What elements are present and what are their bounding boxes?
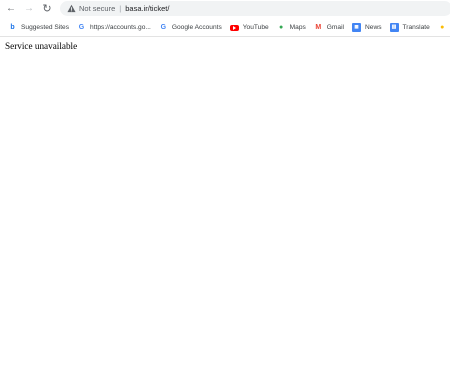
reload-button[interactable]: ↻ bbox=[40, 2, 54, 16]
address-bar[interactable]: Not secure | basa.ir/ticket/ bbox=[60, 1, 450, 16]
gmail-icon: M bbox=[315, 24, 322, 31]
omnibox-separator: | bbox=[119, 4, 122, 13]
bookmark-label: Translate bbox=[402, 24, 430, 31]
bookmarks-bar: b Suggested Sites G https://accounts.go.… bbox=[0, 19, 450, 37]
bookmark-overflow[interactable]: ● bbox=[438, 23, 450, 32]
page-message: Service unavailable bbox=[5, 41, 78, 51]
bookmark-label: Gmail bbox=[326, 24, 345, 31]
warning-icon bbox=[67, 4, 76, 13]
security-status[interactable]: Not secure bbox=[79, 4, 115, 13]
browser-toolbar: ← → ↻ Not secure | basa.ir/ticket/ bbox=[0, 0, 450, 18]
bookmark-suggested-sites[interactable]: b Suggested Sites bbox=[8, 23, 69, 32]
bookmark-news[interactable]: ▦ News bbox=[352, 23, 382, 32]
suggested-sites-icon: b bbox=[10, 24, 15, 31]
bookmark-google-accounts[interactable]: G Google Accounts bbox=[159, 23, 222, 32]
bookmark-label: YouTube bbox=[242, 24, 269, 31]
forward-button[interactable]: → bbox=[22, 2, 36, 16]
bookmark-gmail[interactable]: M Gmail bbox=[314, 23, 344, 32]
bookmark-maps[interactable]: ● Maps bbox=[277, 23, 306, 32]
youtube-icon bbox=[229, 24, 239, 31]
bookmark-translate[interactable]: ▧ Translate bbox=[389, 23, 430, 32]
google-g-icon: G bbox=[78, 24, 85, 31]
news-icon: ▦ bbox=[352, 23, 362, 32]
bookmark-label: Maps bbox=[289, 24, 306, 31]
bookmark-label: Suggested Sites bbox=[21, 24, 70, 31]
bookmark-overflow-icon: ● bbox=[440, 24, 445, 31]
bookmark-label: News bbox=[365, 24, 382, 31]
bookmark-accounts-url[interactable]: G https://accounts.go... bbox=[77, 23, 151, 32]
bookmark-label: Google Accounts bbox=[171, 24, 222, 31]
url-text[interactable]: basa.ir/ticket/ bbox=[125, 4, 169, 13]
bookmark-label: https://accounts.go... bbox=[90, 24, 151, 31]
maps-pin-icon: ● bbox=[279, 24, 284, 31]
google-g-icon: G bbox=[160, 24, 167, 31]
back-button[interactable]: ← bbox=[4, 2, 18, 16]
translate-icon: ▧ bbox=[389, 23, 399, 32]
bookmark-youtube[interactable]: YouTube bbox=[229, 24, 269, 31]
